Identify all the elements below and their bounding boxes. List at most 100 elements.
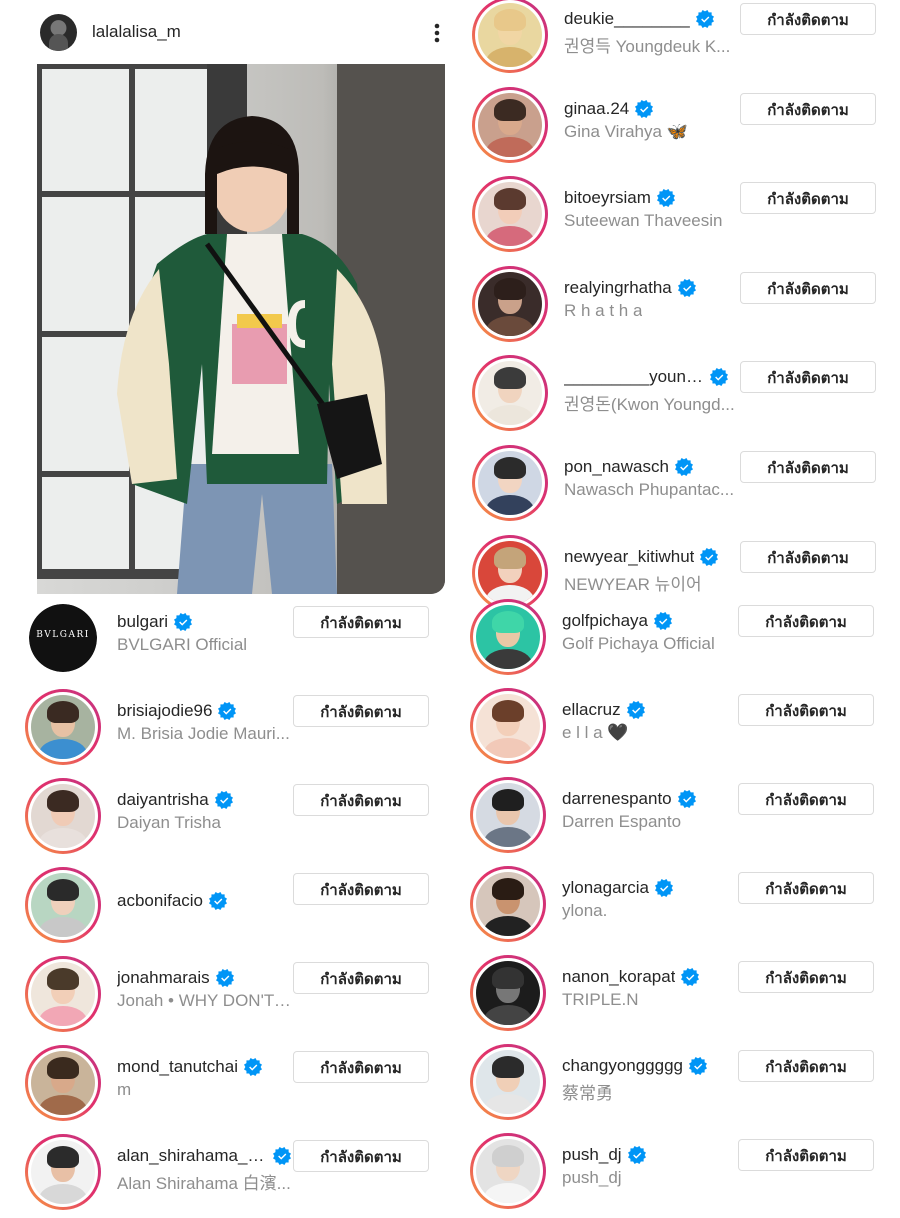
- profile-picture: [476, 605, 540, 669]
- username[interactable]: brisiajodie96: [117, 701, 212, 721]
- username[interactable]: daiyantrisha: [117, 790, 209, 810]
- profile-picture: [476, 1050, 540, 1114]
- more-options-button[interactable]: [425, 18, 449, 48]
- following-button[interactable]: กำลังติดตาม: [738, 783, 874, 815]
- following-button[interactable]: กำลังติดตาม: [738, 605, 874, 637]
- following-button[interactable]: กำลังติดตาม: [740, 182, 876, 215]
- avatar[interactable]: [470, 599, 546, 675]
- avatar[interactable]: [472, 355, 548, 432]
- avatar[interactable]: [470, 955, 546, 1031]
- post-author-avatar[interactable]: [40, 14, 77, 51]
- verified-badge-icon: [627, 1146, 646, 1164]
- username[interactable]: bitoeyrsiam: [564, 188, 651, 208]
- avatar[interactable]: [472, 265, 548, 342]
- following-row[interactable]: darrenespanto Darren Espanto กำลังติดตาม: [470, 777, 880, 861]
- verified-badge-icon: [654, 612, 673, 630]
- following-button[interactable]: กำลังติดตาม: [293, 784, 429, 816]
- following-button[interactable]: กำลังติดตาม: [738, 872, 874, 904]
- username[interactable]: darrenespanto: [562, 789, 672, 809]
- following-row[interactable]: push_dj push_dj กำลังติดตาม: [470, 1133, 880, 1217]
- following-row[interactable]: ginaa.24 Gina Virahya 🦋 กำลังติดตาม: [472, 86, 882, 171]
- avatar[interactable]: [25, 689, 101, 765]
- following-row[interactable]: daiyantrisha Daiyan Trisha กำลังติดตาม: [25, 778, 435, 862]
- avatar[interactable]: [25, 778, 101, 854]
- avatar[interactable]: [25, 1045, 101, 1121]
- username[interactable]: ellacruz: [562, 700, 621, 720]
- avatar[interactable]: [470, 688, 546, 764]
- following-button[interactable]: กำลังติดตาม: [740, 540, 876, 573]
- avatar[interactable]: [25, 1134, 101, 1210]
- username[interactable]: pon_nawasch: [564, 457, 669, 477]
- username[interactable]: newyear_kitiwhut: [564, 547, 694, 567]
- username[interactable]: jonahmarais: [117, 968, 210, 988]
- avatar[interactable]: [470, 866, 546, 942]
- following-row[interactable]: bitoeyrsiam Suteewan Thaveesin กำลังติดตาม: [472, 176, 882, 260]
- display-name: Golf Pichaya Official: [562, 634, 715, 653]
- post-author-username[interactable]: lalalalisa_m: [92, 22, 181, 42]
- following-button[interactable]: กำลังติดตาม: [740, 92, 876, 125]
- avatar[interactable]: [25, 956, 101, 1032]
- avatar[interactable]: [472, 0, 548, 73]
- following-row[interactable]: ylonagarcia ylona. กำลังติดตาม: [470, 866, 880, 950]
- following-button[interactable]: กำลังติดตาม: [293, 1140, 429, 1172]
- username[interactable]: mond_tanutchai: [117, 1057, 238, 1077]
- avatar[interactable]: [470, 1133, 546, 1209]
- following-button[interactable]: กำลังติดตาม: [740, 271, 876, 304]
- following-button[interactable]: กำลังติดตาม: [293, 962, 429, 994]
- following-button[interactable]: กำลังติดตาม: [738, 1139, 874, 1171]
- following-button[interactable]: กำลังติดตาม: [738, 694, 874, 726]
- username-line: deukie________: [564, 9, 714, 29]
- avatar[interactable]: [470, 777, 546, 853]
- following-button[interactable]: กำลังติดตาม: [738, 1050, 874, 1082]
- following-row[interactable]: jonahmarais Jonah • WHY DON'T ... กำลังติด…: [25, 956, 435, 1040]
- avatar[interactable]: [472, 176, 548, 253]
- profile-picture: [478, 451, 542, 515]
- following-row[interactable]: ellacruz e l l a 🖤 กำลังติดตาม: [470, 688, 880, 772]
- following-row[interactable]: golfpichaya Golf Pichaya Official กำลังติด…: [470, 599, 880, 683]
- avatar[interactable]: [472, 86, 548, 163]
- following-row[interactable]: acbonifacio กำลังติดตาม: [25, 867, 435, 951]
- verified-badge-icon: [656, 189, 675, 208]
- username[interactable]: bulgari: [117, 612, 168, 632]
- following-button[interactable]: กำลังติดตาม: [738, 961, 874, 993]
- profile-picture: [478, 361, 542, 426]
- username[interactable]: alan_shirahama_o...: [117, 1146, 267, 1166]
- following-button[interactable]: กำลังติดตาม: [740, 3, 876, 35]
- following-button[interactable]: กำลังติดตาม: [293, 695, 429, 727]
- following-row[interactable]: changyonggggg 蔡常勇 กำลังติดตาม: [470, 1044, 880, 1128]
- username[interactable]: ginaa.24: [564, 99, 629, 119]
- following-row[interactable]: nanon_korapat TRIPLE.N กำลังติดตาม: [470, 955, 880, 1039]
- username[interactable]: acbonifacio: [117, 891, 203, 911]
- avatar[interactable]: BVLGARI: [25, 600, 101, 676]
- username[interactable]: _________youngmon...: [564, 367, 704, 387]
- username-line: acbonifacio: [117, 891, 228, 911]
- following-button[interactable]: กำลังติดตาม: [293, 606, 429, 638]
- following-button[interactable]: กำลังติดตาม: [293, 1051, 429, 1083]
- following-row[interactable]: deukie________ 권영득 Youngdeuk K... กำลังติด…: [472, 0, 882, 81]
- post-photo[interactable]: [37, 64, 445, 594]
- avatar[interactable]: [470, 1044, 546, 1120]
- display-name: 권영돈(Kwon Youngd...: [564, 395, 735, 415]
- username[interactable]: realyingrhatha: [564, 278, 672, 298]
- username[interactable]: deukie________: [564, 9, 690, 29]
- username[interactable]: nanon_korapat: [562, 967, 675, 987]
- username-line: alan_shirahama_o...: [117, 1146, 291, 1166]
- following-row[interactable]: pon_nawasch Nawasch Phupantac... กำลังติดต…: [472, 445, 882, 529]
- following-row[interactable]: mond_tanutchai m กำลังติดตาม: [25, 1045, 435, 1129]
- following-button[interactable]: กำลังติดตาม: [740, 451, 876, 483]
- username[interactable]: changyonggggg: [562, 1056, 683, 1076]
- username[interactable]: push_dj: [562, 1145, 622, 1165]
- avatar[interactable]: [472, 445, 548, 521]
- username[interactable]: ylonagarcia: [562, 878, 649, 898]
- following-row[interactable]: _________youngmon... 권영돈(Kwon Youngd...กำ…: [472, 355, 882, 439]
- following-row[interactable]: BVLGARI bulgari BVLGARI Official กำลังติดตา…: [25, 600, 435, 684]
- username[interactable]: golfpichaya: [562, 611, 648, 631]
- following-row[interactable]: brisiajodie96 M. Brisia Jodie Mauri... กำล…: [25, 689, 435, 773]
- following-button[interactable]: กำลังติดตาม: [740, 361, 876, 394]
- avatar[interactable]: [25, 867, 101, 943]
- following-button[interactable]: กำลังติดตาม: [293, 873, 429, 905]
- following-row[interactable]: alan_shirahama_o... Alan Shirahama 白濱... ก…: [25, 1134, 435, 1218]
- verified-badge-icon: [674, 458, 693, 476]
- following-row[interactable]: realyingrhatha R h a t h a กำลังติดตาม: [472, 265, 882, 350]
- profile-picture: [476, 694, 540, 758]
